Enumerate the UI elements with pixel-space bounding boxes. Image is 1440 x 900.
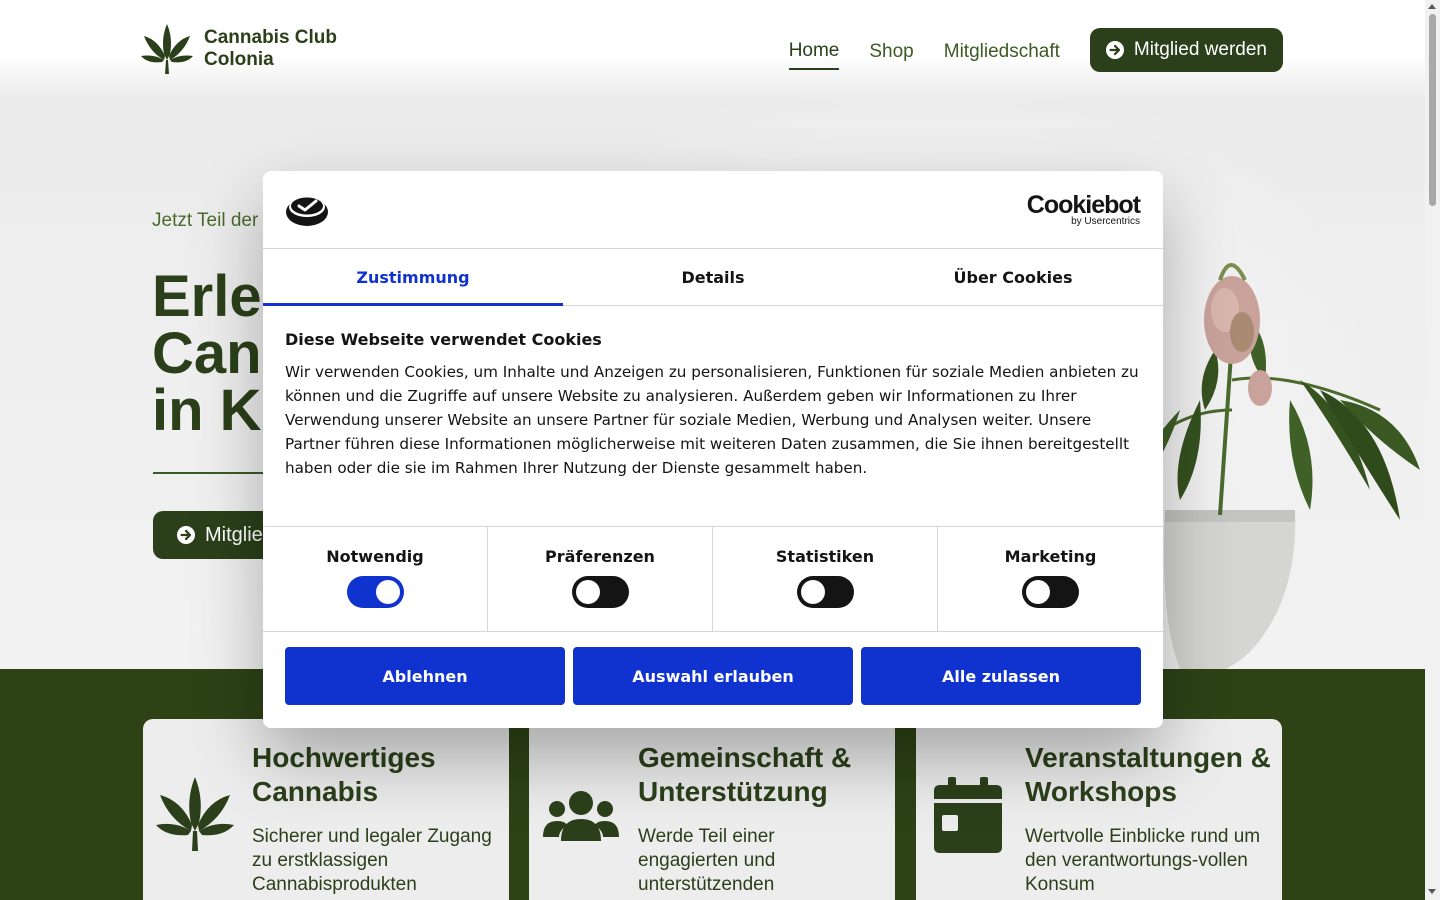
cookiebot-name: Cookiebot [1026,191,1141,219]
cookiebot-branding[interactable]: Cookiebot by Usercentrics [1026,191,1141,227]
feature-title: Gemeinschaft & Unterstützung [638,742,852,807]
feature-text: Wertvolle Einblicke rund um den verantwo… [1025,826,1261,895]
cannabis-leaf-icon [156,777,234,851]
feature-card-cannabis: Hochwertiges Cannabis Sicherer und legal… [143,719,509,900]
become-member-label: Mitglied werden [1133,39,1267,60]
users-group-icon [543,791,619,841]
category-label: Statistiken [775,547,875,566]
category-label: Notwendig [326,547,424,566]
cannabis-leaf-icon [141,24,193,74]
toggle-knob [575,580,600,604]
calendar-icon [934,777,1002,853]
cookie-consent-dialog: Cookiebot by Usercentrics Zustimmung Det… [263,171,1163,728]
category-label: Präferenzen [545,547,655,566]
toggle-marketing[interactable] [1022,576,1079,608]
scroll-down-icon[interactable] [1428,889,1436,894]
toggle-notwendig[interactable] [346,576,404,608]
category-notwendig: Notwendig [263,527,488,631]
dialog-body: Diese Webseite verwendet Cookies Wir ver… [263,306,1163,527]
cookie-logo-icon [286,197,328,226]
category-statistiken: Statistiken [713,527,938,631]
category-label: Marketing [1004,547,1097,566]
become-member-button[interactable]: Mitglied werden [1089,28,1283,72]
site-logo[interactable]: Cannabis Club Colonia [140,22,364,76]
feature-card-events: Veranstaltungen & Workshops Wertvolle Ei… [916,719,1282,900]
toggle-statistiken[interactable] [796,576,854,608]
hero-kicker: Jetzt Teil der [152,210,259,231]
arrow-circle-right-icon [1105,41,1124,59]
dialog-tabs: Zustimmung Details Über Cookies [263,249,1163,306]
allow-selection-button[interactable]: Auswahl erlauben [573,647,853,705]
toggle-praeferenzen[interactable] [571,576,629,608]
decline-button[interactable]: Ablehnen [285,647,565,705]
hero-join-label: Mitglie [205,523,263,546]
feature-title: Veranstaltungen & Workshops [1025,742,1271,807]
toggle-knob [1026,580,1050,604]
tab-zustimmung[interactable]: Zustimmung [263,249,563,306]
nav-home[interactable]: Home [788,30,840,70]
dialog-heading: Diese Webseite verwendet Cookies [285,330,602,349]
category-marketing: Marketing [938,527,1163,631]
scrollbar-thumb[interactable] [1429,14,1436,206]
dialog-text: Wir verwenden Cookies, um Inhalte und An… [285,363,1139,477]
feature-card-community: Gemeinschaft & Unterstützung Werde Teil … [529,719,895,900]
toggle-knob [800,580,825,604]
cookie-categories: Notwendig Präferenzen Statistiken Market… [263,527,1163,632]
allow-all-button[interactable]: Alle zulassen [861,647,1141,705]
scroll-up-icon[interactable] [1428,4,1436,9]
dialog-header: Cookiebot by Usercentrics [263,171,1163,249]
feature-title: Hochwertiges Cannabis [252,742,436,807]
arrow-circle-right-icon [177,526,195,544]
nav-mitgliedschaft[interactable]: Mitgliedschaft [944,31,1060,69]
brand-name: Cannabis Club Colonia [204,27,338,70]
toggle-knob [375,580,400,604]
feature-text: Werde Teil einer engagierten und unterst… [638,826,776,895]
tab-details[interactable]: Details [563,249,863,305]
dialog-buttons: Ablehnen Auswahl erlauben Alle zulassen [263,632,1163,705]
page-scrollbar[interactable] [1425,0,1440,900]
feature-text: Sicherer und legaler Zugang zu erstklass… [252,826,492,895]
nav-shop[interactable]: Shop [869,31,913,69]
site-header: Cannabis Club Colonia Home Shop Mitglied… [0,0,1425,100]
category-praeferenzen: Präferenzen [488,527,713,631]
tab-ueber-cookies[interactable]: Über Cookies [863,249,1163,305]
main-nav: Home Shop Mitgliedschaft Mitglied werden [788,28,1283,72]
cannabis-plant-image [1120,263,1420,669]
